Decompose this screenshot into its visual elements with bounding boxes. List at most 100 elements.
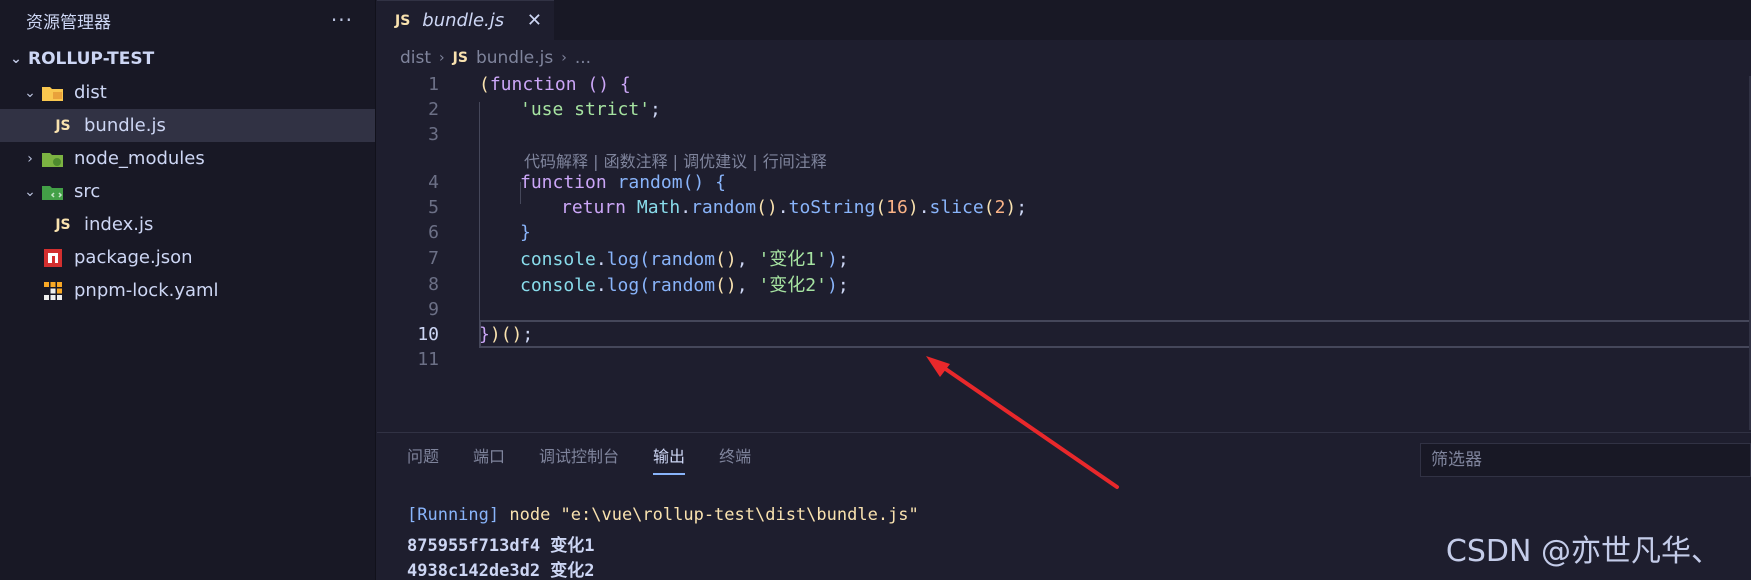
tab-bundle-js[interactable]: JS bundle.js ✕ [377,0,554,40]
token: . [777,196,789,218]
tab-problems[interactable]: 问题 [407,443,439,475]
token: { [609,73,631,95]
running-command: node "e:\vue\rollup-test\dist\bundle.js" [499,505,919,525]
breadcrumb-ellipsis[interactable]: ... [575,48,591,68]
token: () [500,323,523,345]
token: random [650,275,716,296]
folder-node-icon [40,149,66,169]
tab-title: bundle.js [422,10,505,31]
token: , [736,249,759,270]
line-number: 6 [428,221,439,243]
more-actions-icon[interactable]: ··· [331,8,353,32]
token: ) [489,323,501,345]
token: () [682,171,705,193]
token: log [606,249,640,270]
token: ) [907,196,919,218]
line-number: 3 [428,123,439,145]
breadcrumb: dist › JS bundle.js › ... [377,44,591,72]
token: log [606,275,640,296]
code-text: console.log(random(), '变化1'); [520,245,849,271]
token: . [918,196,930,218]
output-line: 875955f713df4 变化1 [407,536,595,556]
token: function [520,171,607,193]
code-line: 3 [377,120,1751,148]
code-editor[interactable]: 1 (function () { 2 'use strict'; 3 代码解释 … [377,74,1751,430]
line-number: 8 [428,273,439,295]
chevron-down-icon: ⌄ [24,84,36,101]
code-line: 11 [377,345,1751,373]
folder-dist-icon [40,83,66,103]
close-icon[interactable]: ✕ [527,10,542,31]
breadcrumb-dist[interactable]: dist [400,48,431,68]
token: ( [875,196,887,218]
token: ( [479,73,490,95]
tree-item-index-js[interactable]: JS index.js [0,208,375,241]
tree-item-dist[interactable]: ⌄ dist [0,76,375,109]
line-number: 1 [428,73,439,95]
token: } [520,221,531,243]
token: ) [826,275,838,296]
token: () [756,196,778,218]
project-name: ROLLUP-TEST [28,49,155,69]
code-line: 9 [377,295,1751,323]
js-file-icon: JS [55,117,71,134]
filter-input[interactable] [1431,450,1750,470]
tree-item-bundle-js[interactable]: JS bundle.js [0,109,375,142]
token: ; [837,275,849,296]
code-line: 7 console.log(random(), '变化1'); [377,244,1751,272]
js-file-icon: JS [55,216,71,233]
breadcrumb-bundle-js[interactable]: bundle.js [476,48,553,68]
js-file-icon: JS [395,12,411,29]
explorer-sidebar: 资源管理器 ··· ⌄ ROLLUP-TEST ⌄ dist JS bundle… [0,0,376,580]
token: () [715,249,737,270]
code-text: console.log(random(), '变化2'); [520,271,849,297]
panel-tabs: 问题 端口 调试控制台 输出 终端 [407,443,785,475]
code-line: 5 return Math.random().toString(16).slic… [377,193,1751,221]
token: function [489,73,577,95]
tree-item-label: package.json [74,247,193,268]
code-line: 10 })(); [377,320,1751,348]
token: ( [983,196,995,218]
line-number: 4 [428,171,439,193]
token: '变化1' [758,249,827,270]
tab-terminal[interactable]: 终端 [719,443,751,475]
token: slice [929,196,984,218]
token: toString [788,196,876,218]
tab-output[interactable]: 输出 [653,443,686,475]
line-number: 5 [428,196,439,218]
code-line: 4 function random() { [377,168,1751,196]
tree-item-package-json[interactable]: package.json [0,241,375,274]
project-root[interactable]: ⌄ ROLLUP-TEST [0,42,375,76]
token: random [606,171,683,193]
token: { [704,171,726,193]
token: () [576,73,610,95]
filter-box [1420,443,1751,477]
tab-debug-console[interactable]: 调试控制台 [539,443,619,475]
token: console [520,249,596,270]
token: , [736,275,759,296]
pnpm-icon [40,281,66,301]
tree-item-node-modules[interactable]: › node_modules [0,142,375,175]
tree-item-pnpm-lock[interactable]: pnpm-lock.yaml [0,274,375,307]
token: ; [522,323,534,345]
token: ; [1016,196,1028,218]
chevron-right-icon: › [561,50,567,66]
token: ) [1005,196,1017,218]
explorer-title: 资源管理器 [26,12,111,33]
line-number: 10 [417,323,439,345]
watermark: CSDN @亦世凡华、 [1445,534,1721,569]
editor-tabbar: JS bundle.js ✕ [377,0,1751,40]
code-line: 1 (function () { [377,70,1751,98]
token: ( [639,249,651,270]
token: () [715,275,737,296]
js-file-icon: JS [452,50,468,66]
tree-item-src[interactable]: ⌄ src [0,175,375,208]
running-tag: [Running] [407,505,500,525]
tab-ports[interactable]: 端口 [473,443,505,475]
code-line: 2 'use strict'; [377,95,1751,123]
tree-item-label: index.js [84,214,154,235]
chevron-right-icon: › [439,50,445,66]
code-line: 6 } [377,218,1751,246]
code-text: })(); [479,324,533,345]
line-number: 11 [417,348,439,370]
